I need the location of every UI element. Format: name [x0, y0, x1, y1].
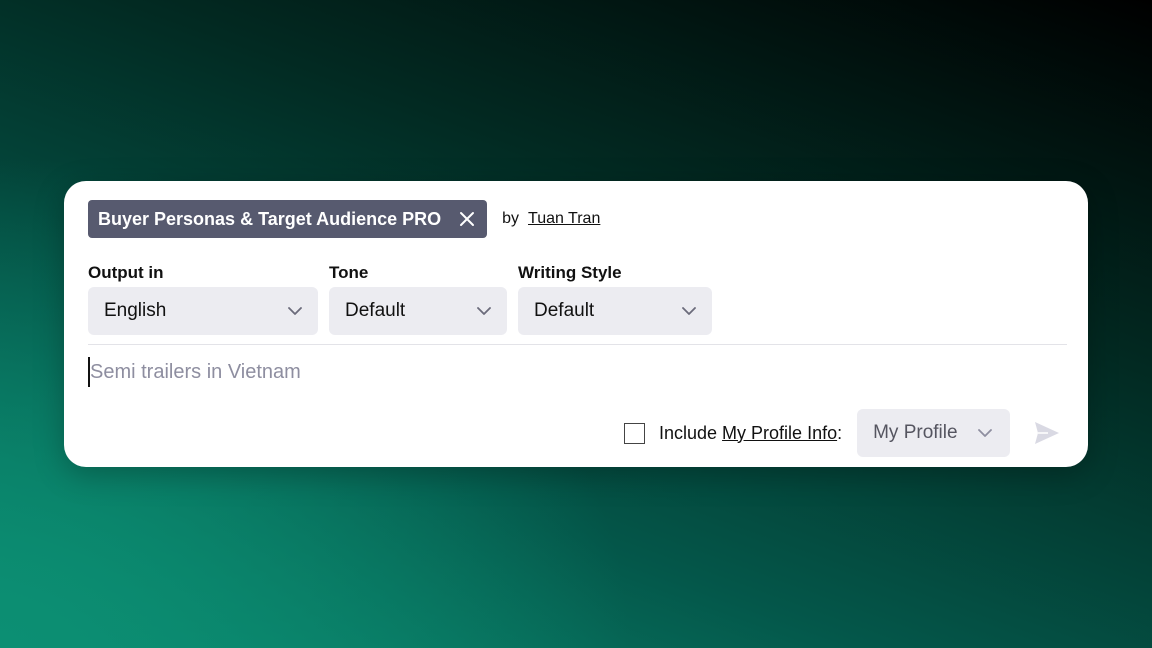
template-title: Buyer Personas & Target Audience PRO: [98, 208, 442, 229]
chevron-down-icon: [288, 306, 302, 316]
output-language-label: Output in: [88, 263, 164, 282]
send-icon[interactable]: [1034, 421, 1060, 445]
writing-style-value: Default: [534, 300, 595, 321]
template-chip: Buyer Personas & Target Audience PRO: [88, 200, 488, 238]
profile-select[interactable]: My Profile: [857, 409, 1011, 457]
author-link[interactable]: Tuan Tran: [528, 210, 600, 228]
tone-select[interactable]: Default: [329, 287, 507, 335]
include-suffix: :: [837, 422, 843, 443]
writing-style-label: Writing Style: [518, 263, 622, 282]
writing-style-select[interactable]: Default: [518, 287, 712, 335]
close-icon[interactable]: [459, 211, 475, 227]
prompt-card: Buyer Personas & Target Audience PRO by …: [64, 181, 1088, 467]
tone-value: Default: [345, 300, 406, 321]
include-profile-label: Include My Profile Info:: [659, 423, 842, 444]
my-profile-info-link[interactable]: My Profile Info: [722, 423, 837, 443]
footer-bar: Include My Profile Info: My Profile: [624, 409, 1060, 457]
tone-label: Tone: [329, 263, 369, 282]
tone-field: Tone Default: [329, 263, 507, 335]
chevron-down-icon: [682, 306, 696, 316]
divider: [88, 344, 1067, 345]
by-label: by: [502, 210, 520, 227]
chevron-down-icon: [978, 428, 993, 438]
prompt-input[interactable]: [88, 357, 1048, 387]
include-prefix: Include: [659, 422, 723, 443]
output-language-select[interactable]: English: [88, 287, 318, 335]
profile-value: My Profile: [873, 422, 958, 443]
output-language-value: English: [104, 300, 167, 321]
template-header: Buyer Personas & Target Audience PRO by …: [88, 200, 600, 238]
chevron-down-icon: [477, 306, 491, 316]
writing-style-field: Writing Style Default: [518, 263, 712, 335]
output-language-field: Output in English: [88, 263, 318, 335]
byline: by Tuan Tran: [502, 210, 600, 228]
include-profile-checkbox[interactable]: [624, 422, 645, 444]
